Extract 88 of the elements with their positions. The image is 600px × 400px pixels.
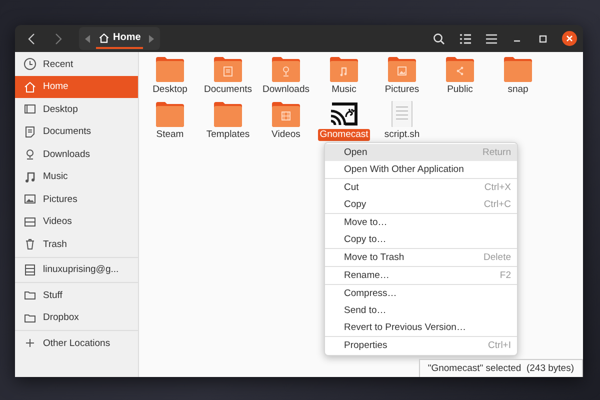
- file-item[interactable]: Documents: [199, 56, 257, 97]
- folder-icon: [213, 56, 243, 82]
- folder-icon: [271, 56, 301, 82]
- file-name: script.sh: [383, 129, 421, 141]
- file-name: Videos: [270, 129, 302, 141]
- documents-icon: [23, 124, 37, 139]
- menu-icon: [486, 34, 496, 44]
- menu-item[interactable]: Revert to Previous Version…: [325, 319, 517, 336]
- file-name: Pictures: [384, 84, 420, 96]
- folder-icon: [387, 56, 417, 82]
- recent-icon: [23, 57, 37, 72]
- menu-item[interactable]: Rename… F2: [325, 267, 517, 284]
- folder-icon: [155, 56, 185, 82]
- sidebar-item[interactable]: Other Locations: [15, 332, 138, 354]
- file-item[interactable]: Music: [315, 56, 373, 97]
- file-name: snap: [506, 84, 530, 96]
- sidebar-item[interactable]: Videos: [15, 210, 138, 233]
- path-button[interactable]: Home: [96, 28, 143, 48]
- sidebar-item[interactable]: Stuff: [15, 284, 138, 306]
- folder-icon: [271, 101, 301, 127]
- file-name: Documents: [202, 84, 254, 96]
- file-item[interactable]: Templates: [199, 101, 257, 142]
- file-name: Downloads: [262, 84, 310, 96]
- sidebar-item[interactable]: Desktop: [15, 98, 138, 120]
- shortcut-label: Return: [482, 147, 511, 158]
- sidebar-item[interactable]: Documents: [15, 120, 138, 143]
- shortcut-label: Delete: [484, 252, 511, 263]
- folder-icon: [503, 56, 533, 82]
- maximize-icon: [539, 34, 547, 42]
- home-icon: [98, 32, 110, 44]
- sidebar-item[interactable]: Pictures: [15, 188, 138, 210]
- music-icon: [23, 170, 37, 184]
- shortcut-label: Ctrl+C: [484, 199, 511, 210]
- file-item[interactable]: Videos: [257, 101, 315, 142]
- sidebar-item[interactable]: linuxuprising@g...: [15, 258, 138, 281]
- sidebar-item[interactable]: Recent: [15, 53, 138, 76]
- search-icon: [433, 32, 445, 44]
- folder-icon: [213, 101, 243, 127]
- file-item[interactable]: Pictures: [373, 56, 431, 97]
- close-button[interactable]: [562, 31, 577, 46]
- folder-icon: [329, 56, 359, 82]
- sidebar-item[interactable]: Dropbox: [15, 306, 138, 329]
- file-item[interactable]: Desktop: [141, 56, 199, 97]
- menu-item[interactable]: Copy Ctrl+C: [325, 196, 517, 213]
- file-name: Gnomecast: [318, 129, 370, 141]
- menu-item[interactable]: Properties Ctrl+I: [325, 337, 517, 354]
- home-icon: [23, 80, 37, 94]
- menu-item[interactable]: Send to…: [325, 302, 517, 319]
- menu-item[interactable]: Move to Trash Delete: [325, 249, 517, 266]
- menu-item[interactable]: Open Return: [325, 144, 517, 161]
- file-item[interactable]: Gnomecast: [315, 101, 373, 142]
- file-item[interactable]: script.sh: [373, 101, 431, 142]
- file-item[interactable]: Downloads: [257, 56, 315, 97]
- sidebar-item[interactable]: Home: [15, 76, 138, 98]
- videos-icon: [23, 214, 37, 229]
- cast-icon: [329, 101, 359, 127]
- file-name: Templates: [205, 129, 251, 141]
- folder-icon: [155, 101, 185, 127]
- menu-item[interactable]: Move to…: [325, 214, 517, 231]
- shortcut-label: F2: [500, 270, 511, 281]
- file-name: Music: [330, 84, 358, 96]
- folder-icon: [445, 56, 475, 82]
- desktop-icon: [23, 102, 37, 116]
- menu-item[interactable]: Open With Other Application: [325, 161, 517, 178]
- chevron-left-icon: [27, 32, 37, 44]
- menu-item[interactable]: Copy to…: [325, 231, 517, 248]
- sidebar-item[interactable]: Trash: [15, 233, 138, 256]
- trash-icon: [23, 237, 37, 252]
- sidebar-item[interactable]: Music: [15, 166, 138, 188]
- pictures-icon: [23, 192, 37, 206]
- left-caret-icon[interactable]: [85, 34, 90, 42]
- file-item[interactable]: snap: [489, 56, 547, 97]
- drive-icon: [23, 262, 37, 277]
- right-caret-icon[interactable]: [148, 34, 154, 42]
- status-bar: "Gnomecast" selected (243 bytes): [418, 359, 583, 377]
- shortcut-label: Ctrl+I: [488, 340, 511, 351]
- chevron-right-icon: [53, 32, 63, 44]
- file-name: Desktop: [152, 84, 188, 96]
- file-name: Steam: [155, 129, 185, 141]
- file-name: Public: [446, 84, 474, 96]
- sidebar-item[interactable]: Downloads: [15, 143, 138, 166]
- file-item[interactable]: Public: [431, 56, 489, 97]
- list-icon: [460, 34, 470, 44]
- menu-item[interactable]: Compress…: [325, 285, 517, 302]
- close-icon: [566, 35, 573, 42]
- menu-item[interactable]: Cut Ctrl+X: [325, 179, 517, 196]
- file-item[interactable]: Steam: [141, 101, 199, 142]
- shortcut-label: Ctrl+X: [484, 182, 511, 193]
